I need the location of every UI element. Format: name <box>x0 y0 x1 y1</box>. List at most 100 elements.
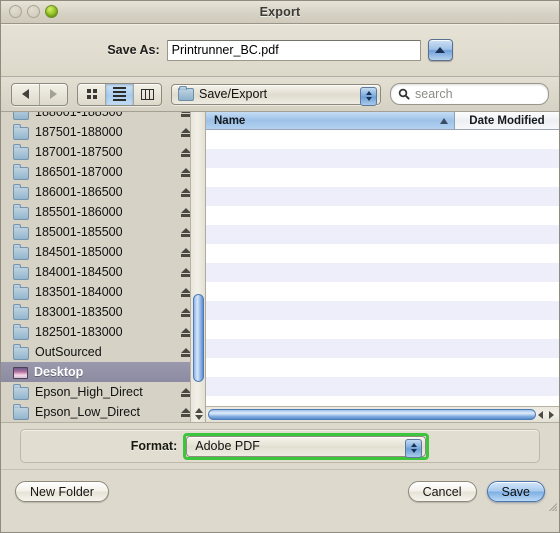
search-placeholder: search <box>415 87 453 101</box>
triangle-up-icon <box>435 47 446 53</box>
scroll-up-icon[interactable] <box>194 408 203 413</box>
folder-icon <box>13 223 29 240</box>
sidebar-item-epson-high-direct[interactable]: Epson_High_Direct <box>1 382 205 402</box>
sidebar-item-184001-184500[interactable]: 184001-184500 <box>1 262 205 282</box>
scroll-right-icon[interactable] <box>549 410 554 419</box>
file-list-row[interactable] <box>206 320 559 339</box>
sidebar-item-186501-187000[interactable]: 186501-187000 <box>1 162 205 182</box>
file-list-row[interactable] <box>206 130 559 149</box>
forward-button[interactable] <box>40 84 67 105</box>
file-list-row[interactable] <box>206 225 559 244</box>
file-list-row[interactable] <box>206 282 559 301</box>
sidebar-item-182501-183000[interactable]: 182501-183000 <box>1 322 205 342</box>
search-icon <box>398 88 410 100</box>
expand-browser-button[interactable] <box>427 39 453 61</box>
window-title: Export <box>259 5 301 19</box>
title-bar: Export <box>1 1 559 24</box>
sidebar-item-188001-188500[interactable]: 188001-188500 <box>1 112 205 122</box>
file-list-row[interactable] <box>206 206 559 225</box>
sidebar-item-epson-low-direct[interactable]: Epson_Low_Direct <box>1 402 205 422</box>
folder-icon <box>13 163 29 180</box>
file-list-row[interactable] <box>206 149 559 168</box>
stepper-updown-icon <box>405 438 423 458</box>
file-list-row[interactable] <box>206 396 559 406</box>
sidebar-item-187501-188000[interactable]: 187501-188000 <box>1 122 205 142</box>
sidebar-item-183001-183500[interactable]: 183001-183500 <box>1 302 205 322</box>
stepper-updown-icon <box>360 86 377 106</box>
sidebar-item-outsourced[interactable]: OutSourced <box>1 342 205 362</box>
back-forward-segment <box>11 82 68 106</box>
desktop-icon <box>13 366 28 379</box>
file-list-row[interactable] <box>206 301 559 320</box>
column-header-name-label: Name <box>214 114 246 127</box>
format-popup-button[interactable]: Adobe PDF <box>186 435 427 458</box>
folder-icon <box>13 403 29 420</box>
resize-grip[interactable] <box>544 498 557 511</box>
sidebar-vertical-scrollbar[interactable] <box>190 112 205 422</box>
arrow-right-icon <box>50 89 57 99</box>
arrow-left-icon <box>22 89 29 99</box>
sidebar-item-desktop[interactable]: Desktop <box>1 362 205 382</box>
grid-icon <box>86 89 97 99</box>
column-header-date-modified-label: Date Modified <box>469 114 545 127</box>
folder-icon <box>13 112 29 120</box>
horizontal-scrollbar-thumb[interactable] <box>208 409 536 420</box>
file-list-rows <box>206 130 559 406</box>
format-label: Format: <box>130 439 178 453</box>
file-list-row[interactable] <box>206 168 559 187</box>
cancel-button[interactable]: Cancel <box>407 481 477 502</box>
sidebar-scroll-arrows[interactable] <box>191 408 205 422</box>
scroll-down-icon[interactable] <box>194 415 203 420</box>
file-list-row[interactable] <box>206 358 559 377</box>
window-controls <box>9 5 58 18</box>
sidebar-scrollbar-thumb[interactable] <box>193 294 204 382</box>
sidebar-item-185501-186000[interactable]: 185501-186000 <box>1 202 205 222</box>
sidebar-item-184501-185000[interactable]: 184501-185000 <box>1 242 205 262</box>
sidebar-item-185001-185500[interactable]: 185001-185500 <box>1 222 205 242</box>
close-button[interactable] <box>9 5 22 18</box>
format-group: Format: Adobe PDF <box>20 429 540 463</box>
folder-icon <box>13 143 29 160</box>
footer-action-buttons: Cancel Save <box>407 481 545 502</box>
column-view-button[interactable] <box>134 84 161 105</box>
save-as-pane: Save As: <box>1 24 559 77</box>
places-sidebar[interactable]: 188001-188500 187501-188000 187001-187500 1… <box>1 112 206 422</box>
sidebar-item-label: Desktop <box>34 365 84 379</box>
zoom-button[interactable] <box>45 5 58 18</box>
column-header-name[interactable]: Name <box>206 112 455 129</box>
file-list-row[interactable] <box>206 377 559 396</box>
format-pane: Format: Adobe PDF <box>1 423 559 469</box>
file-list-row[interactable] <box>206 263 559 282</box>
list-icon <box>113 87 126 101</box>
export-dialog-window: Export Save As: Printrunner_BC.pdf Save/… <box>0 0 560 533</box>
file-list-row[interactable] <box>206 244 559 263</box>
columns-icon <box>141 88 154 100</box>
horizontal-scroll-arrows[interactable] <box>538 410 557 419</box>
column-header-date-modified[interactable]: Date Modified <box>455 112 559 129</box>
folder-icon <box>13 203 29 220</box>
save-as-input[interactable] <box>166 39 421 61</box>
folder-icon <box>13 283 29 300</box>
folder-icon <box>13 243 29 260</box>
file-list-row[interactable] <box>206 187 559 206</box>
folder-icon <box>178 85 194 101</box>
list-view-button[interactable] <box>106 83 134 105</box>
sidebar-item-186001-186500[interactable]: 186001-186500 <box>1 182 205 202</box>
search-field[interactable]: search <box>390 83 549 105</box>
scroll-left-icon[interactable] <box>538 410 543 419</box>
file-list-row[interactable] <box>206 339 559 358</box>
folder-icon <box>13 303 29 320</box>
save-button[interactable]: Save <box>486 481 545 502</box>
view-mode-segment <box>77 82 162 106</box>
location-popup-button[interactable]: Save/Export <box>171 83 381 106</box>
folder-icon <box>13 383 29 400</box>
minimize-button[interactable] <box>27 5 40 18</box>
format-value: Adobe PDF <box>195 439 260 453</box>
back-button[interactable] <box>12 83 40 105</box>
file-list-horizontal-scrollbar[interactable] <box>206 406 559 422</box>
icon-view-button[interactable] <box>78 83 106 105</box>
places-list: 188001-188500 187501-188000 187001-187500 1… <box>1 112 205 422</box>
sidebar-item-187001-187500[interactable]: 187001-187500 <box>1 142 205 162</box>
sidebar-item-183501-184000[interactable]: 183501-184000 <box>1 282 205 302</box>
new-folder-button[interactable]: New Folder <box>15 481 109 502</box>
